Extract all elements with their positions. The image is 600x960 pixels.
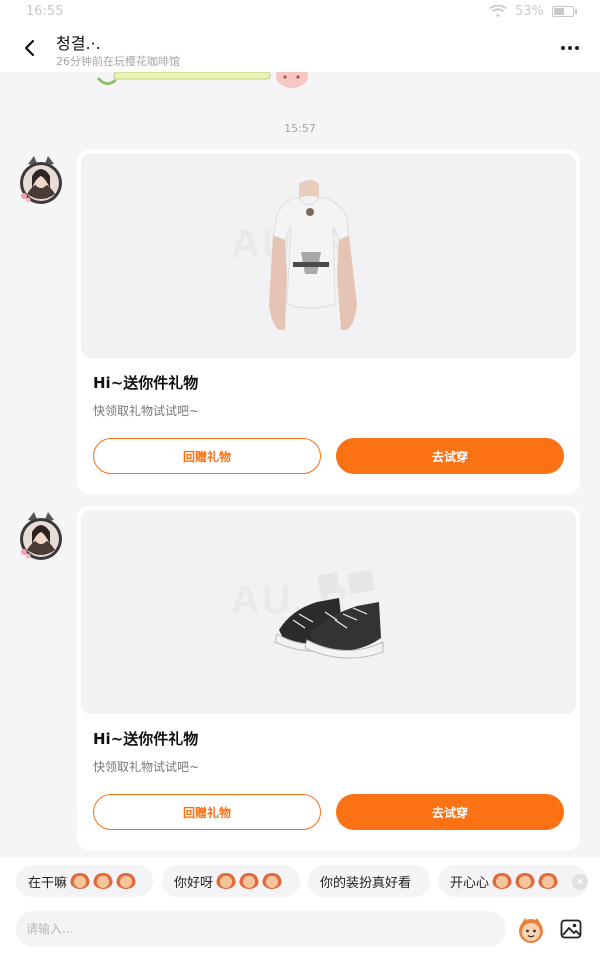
emoji-icon (492, 873, 513, 889)
close-circle-icon[interactable]: ✕ (572, 874, 588, 890)
more-dots-icon[interactable] (558, 38, 582, 58)
try-on-button[interactable]: 去试穿 (336, 794, 564, 830)
emoji-icon (70, 873, 91, 889)
chat-header: 청결.·. 26分钟前在玩樱花咖啡馆 (0, 24, 600, 72)
emoji-icon[interactable] (516, 915, 546, 945)
return-gift-button[interactable]: 回赠礼物 (93, 794, 321, 830)
battery-percent: 53% (515, 4, 544, 19)
quick-reply-text: 开心心 (450, 875, 490, 891)
status-bar: 16:55 53% (0, 0, 600, 24)
status-right: 53% (489, 4, 577, 19)
gift-title: Hi~送你件礼物 (93, 374, 199, 392)
avatar[interactable] (18, 154, 64, 206)
image-icon[interactable] (559, 917, 583, 941)
quick-reply-text: 你的装扮真好看 (320, 875, 412, 891)
quick-reply-text: 你好呀 (174, 875, 214, 891)
wifi-icon (489, 4, 507, 17)
gift-top-image (269, 180, 357, 330)
gift-card: AU..R Hi~送你件礼物 快领取礼物试试吧~ 回赠礼物 去试穿 (77, 150, 580, 494)
gift-shoes-image (274, 570, 384, 659)
back-icon[interactable] (18, 36, 42, 60)
message-timestamp: 15:57 (284, 122, 316, 135)
quick-replies: 在干嘛 你好呀 你的装扮真好看 开心心 (16, 865, 600, 899)
emoji-icon (515, 873, 536, 889)
emoji-icon (262, 873, 283, 889)
contact-status: 26分钟前在玩樱花咖啡馆 (56, 55, 180, 68)
quick-reply-chip[interactable]: 开心心 (438, 865, 588, 897)
avatar[interactable] (18, 510, 64, 562)
try-on-button[interactable]: 去试穿 (336, 438, 564, 474)
emoji-icon (239, 873, 260, 889)
gift-card: AU..R Hi~送你件礼物 快领取礼物试试吧~ 回赠礼物 去试穿 (77, 506, 580, 850)
input-placeholder: 请输入... (26, 922, 74, 936)
gift-title: Hi~送你件礼物 (93, 730, 199, 748)
battery-icon (552, 6, 577, 17)
sticker-image (92, 72, 312, 88)
emoji-icon (93, 873, 114, 889)
contact-name: 청결.·. (56, 34, 101, 53)
gift-subtitle: 快领取礼物试试吧~ (93, 760, 200, 774)
quick-reply-chip[interactable]: 你的装扮真好看 (308, 865, 430, 897)
quick-reply-chip[interactable]: 你好呀 (162, 865, 300, 897)
gift-preview: AU..R (81, 510, 576, 714)
gift-preview: AU..R (81, 154, 576, 358)
emoji-icon (116, 873, 137, 889)
return-gift-button[interactable]: 回赠礼物 (93, 438, 321, 474)
emoji-icon (216, 873, 237, 889)
quick-reply-chip[interactable]: 在干嘛 (16, 865, 153, 897)
emoji-icon (538, 873, 559, 889)
status-time: 16:55 (26, 4, 64, 19)
battery-fill (554, 8, 564, 15)
message-input[interactable]: 请输入... (16, 911, 506, 947)
quick-reply-text: 在干嘛 (28, 875, 68, 891)
gift-subtitle: 快领取礼物试试吧~ (93, 404, 200, 418)
bottom-panel: 在干嘛 你好呀 你的装扮真好看 开心心 ✕ 请输入... (0, 857, 600, 960)
